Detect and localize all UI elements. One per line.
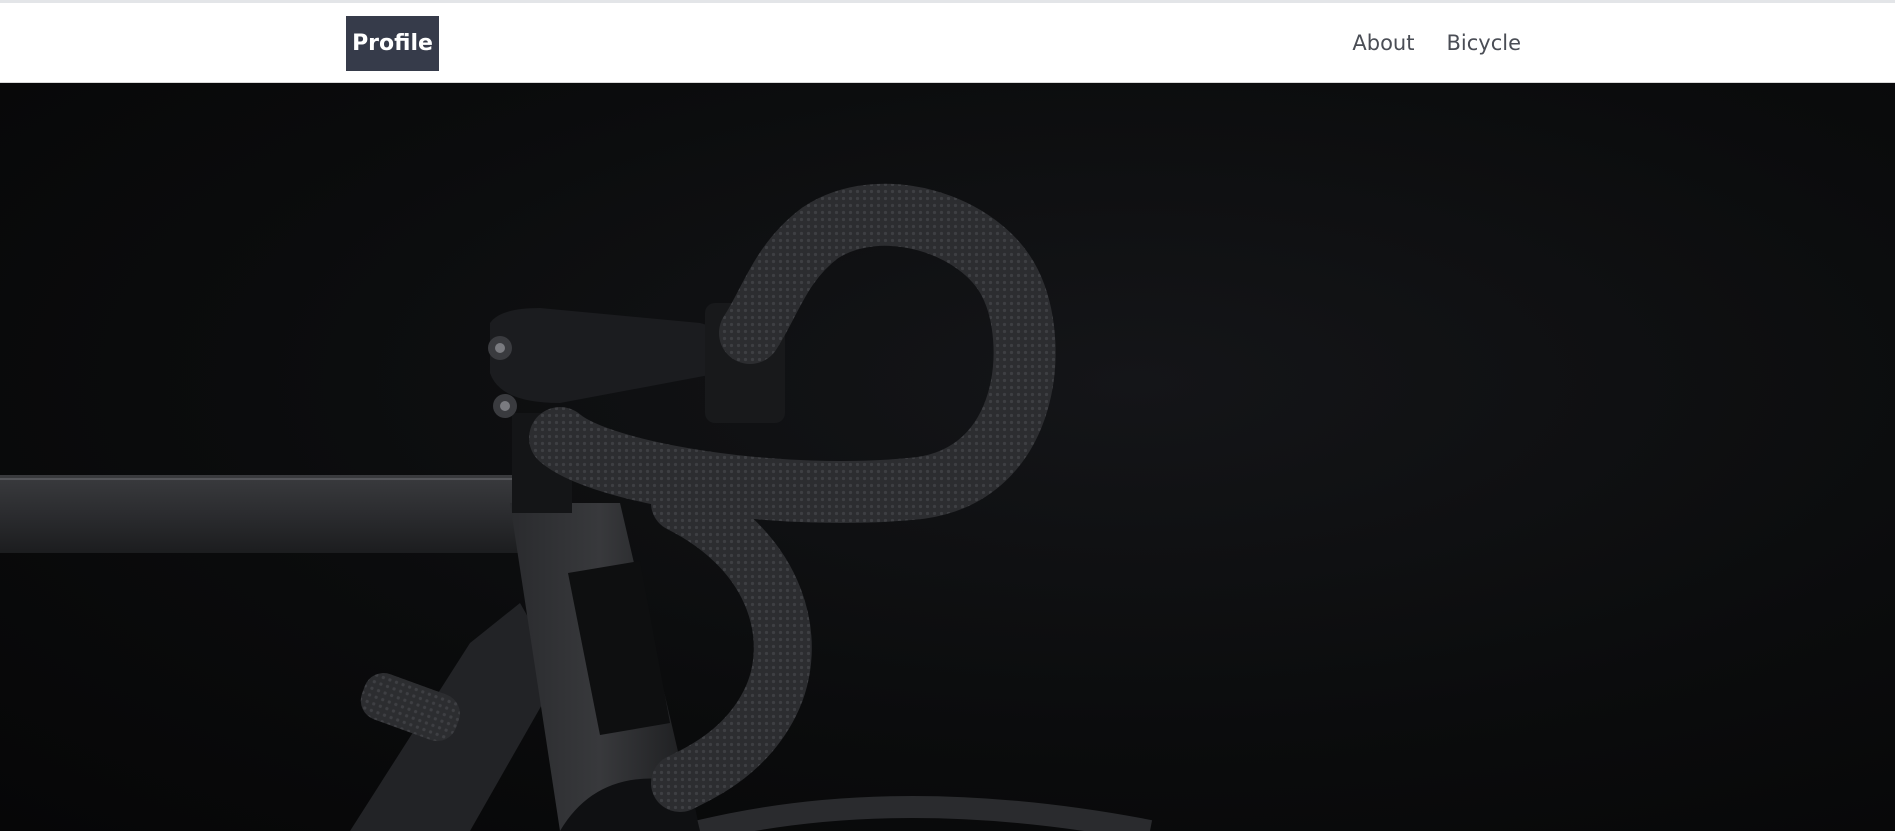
navbar: Profile About Bicycle [0, 3, 1895, 83]
front-wheel [697, 796, 1153, 831]
top-tube [0, 475, 520, 553]
handlebar-drop [651, 474, 812, 812]
brand-logo-button[interactable]: Profile [346, 16, 439, 71]
nav-links: About Bicycle [1352, 3, 1521, 82]
stem [490, 308, 727, 403]
nav-link-about[interactable]: About [1352, 31, 1414, 55]
bicycle-illustration [0, 183, 1153, 831]
nav-link-bicycle[interactable]: Bicycle [1446, 31, 1521, 55]
hero-image [0, 83, 1895, 831]
